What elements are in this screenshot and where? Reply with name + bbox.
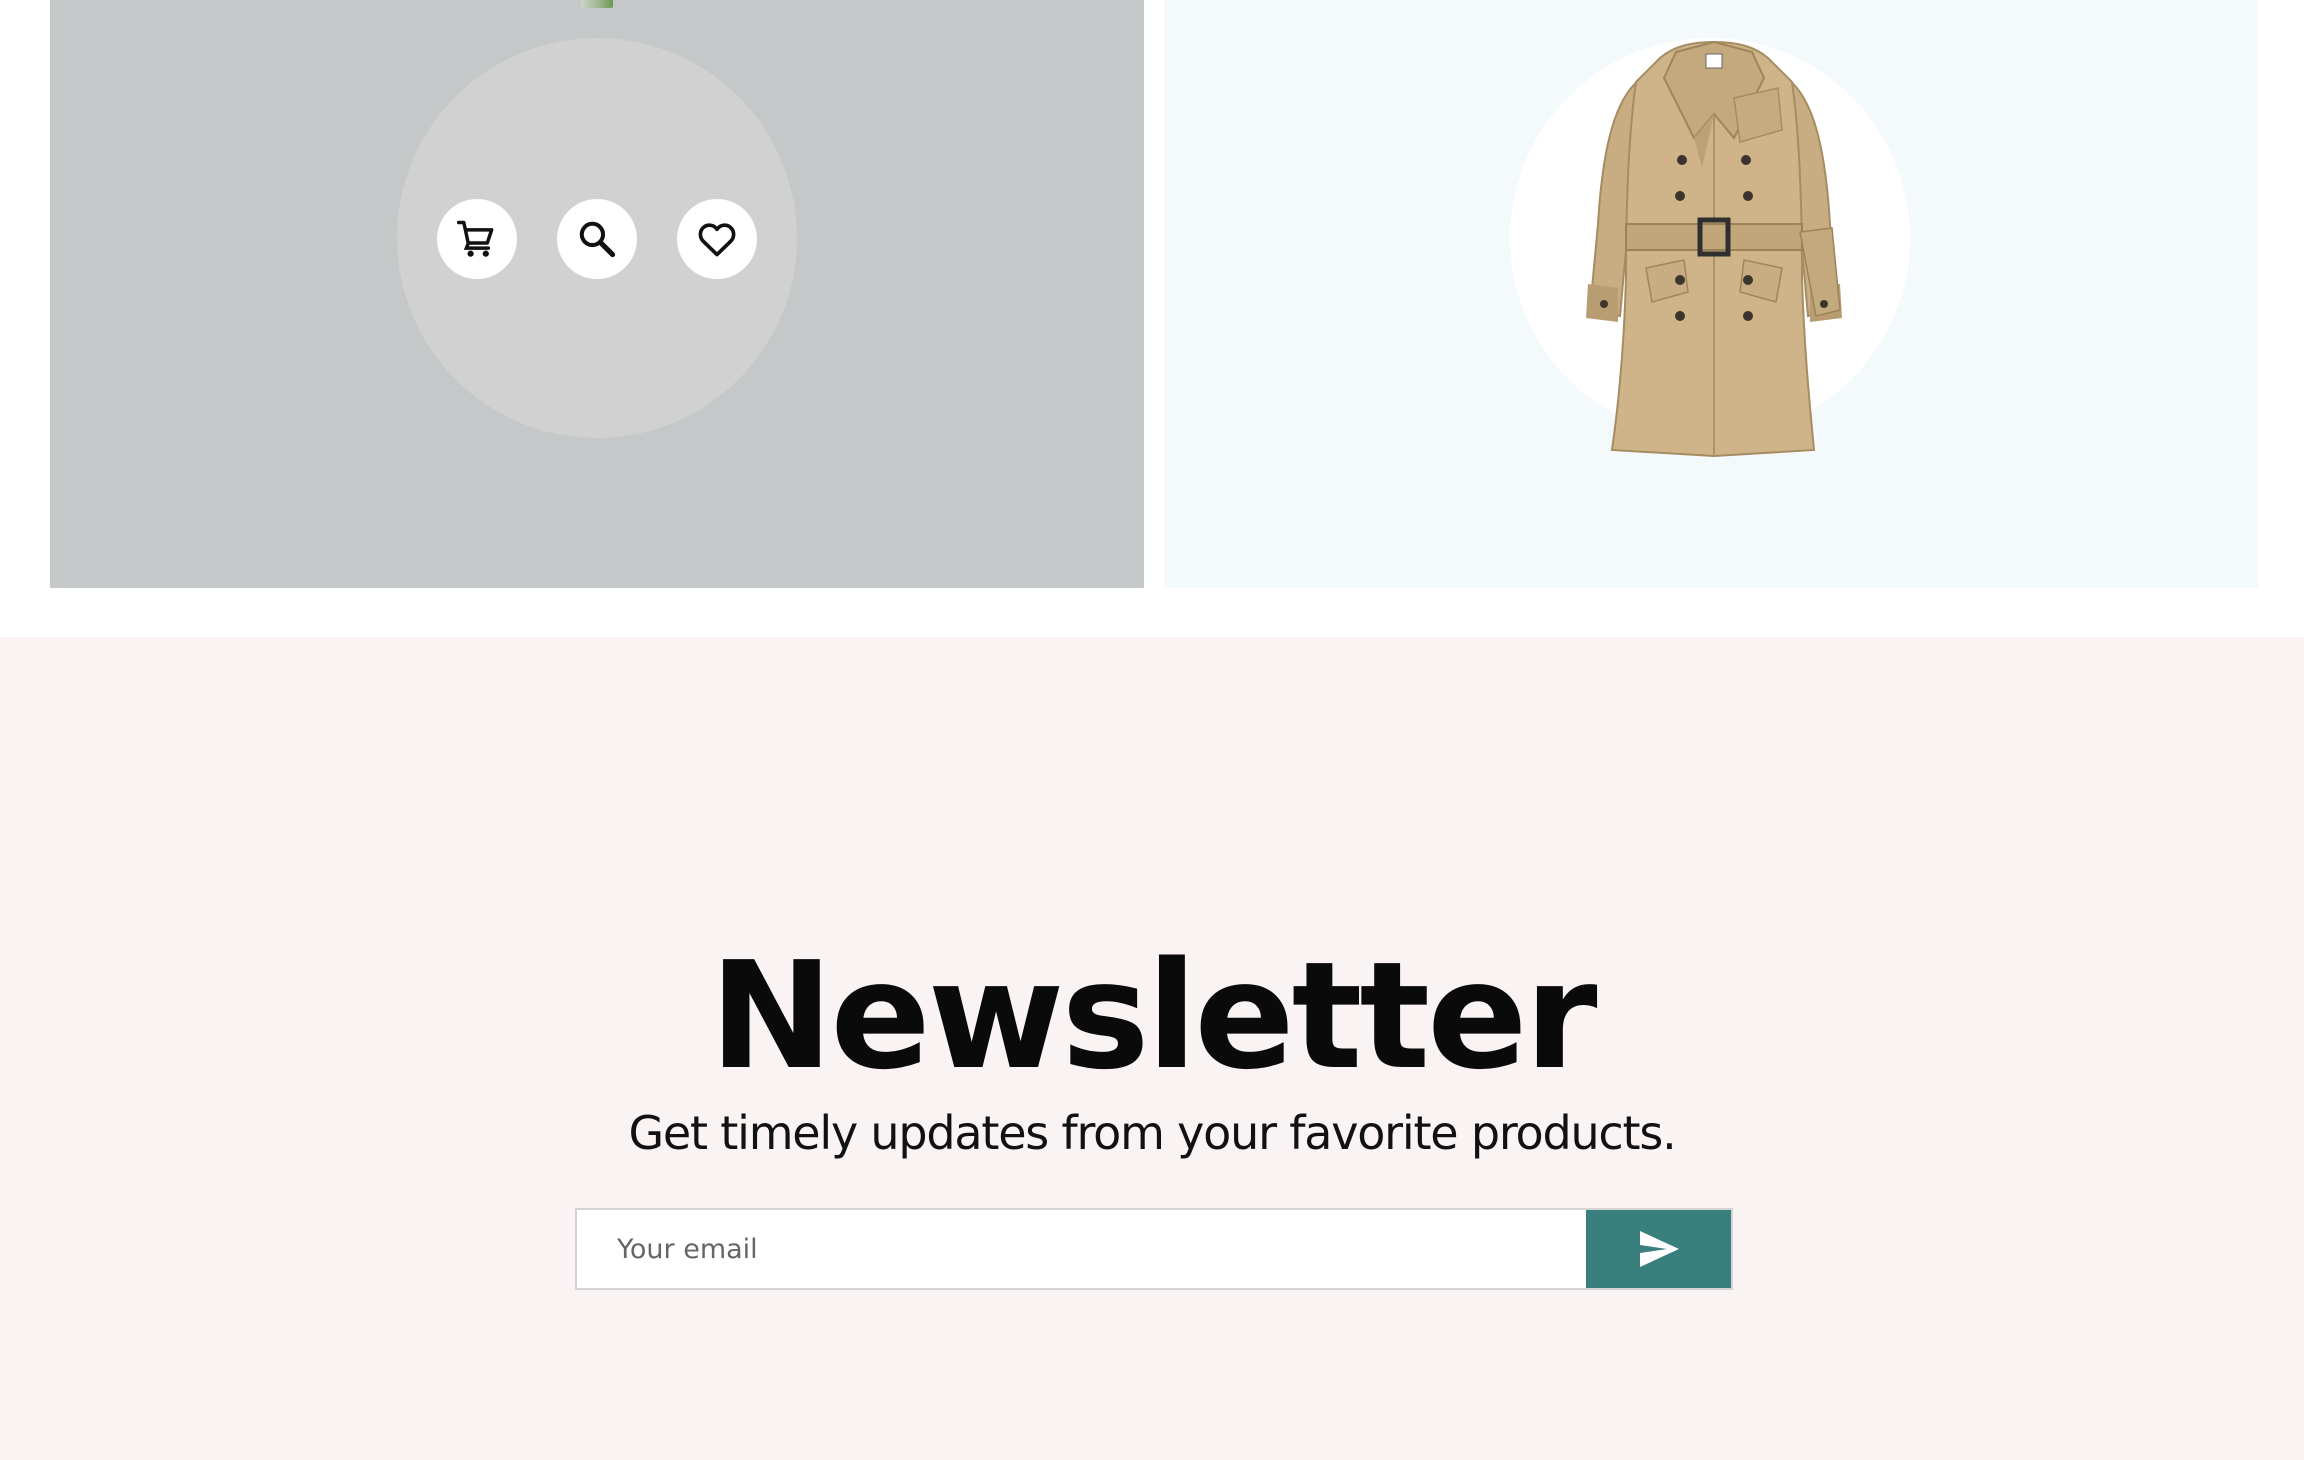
product-grid xyxy=(0,0,2304,637)
quick-view-button[interactable] xyxy=(557,199,637,279)
product-card[interactable] xyxy=(1164,0,2258,588)
email-input[interactable] xyxy=(577,1210,1586,1288)
send-icon xyxy=(1639,1231,1679,1267)
newsletter-title: Newsletter xyxy=(709,930,1597,1102)
newsletter-subtitle: Get timely updates from your favorite pr… xyxy=(628,1106,1676,1160)
heart-icon xyxy=(698,223,736,257)
cart-icon xyxy=(456,220,494,257)
search-icon xyxy=(579,221,616,258)
trench-coat-image xyxy=(1586,40,1842,458)
subscribe-button[interactable] xyxy=(1586,1210,1731,1288)
add-to-wishlist-button[interactable] xyxy=(677,199,757,279)
product-card-hover[interactable] xyxy=(50,0,1144,588)
newsletter-section: Newsletter Get timely updates from your … xyxy=(0,637,2304,1460)
add-to-cart-button[interactable] xyxy=(437,199,517,279)
broken-image-icon xyxy=(581,0,613,8)
newsletter-form xyxy=(575,1208,1733,1290)
